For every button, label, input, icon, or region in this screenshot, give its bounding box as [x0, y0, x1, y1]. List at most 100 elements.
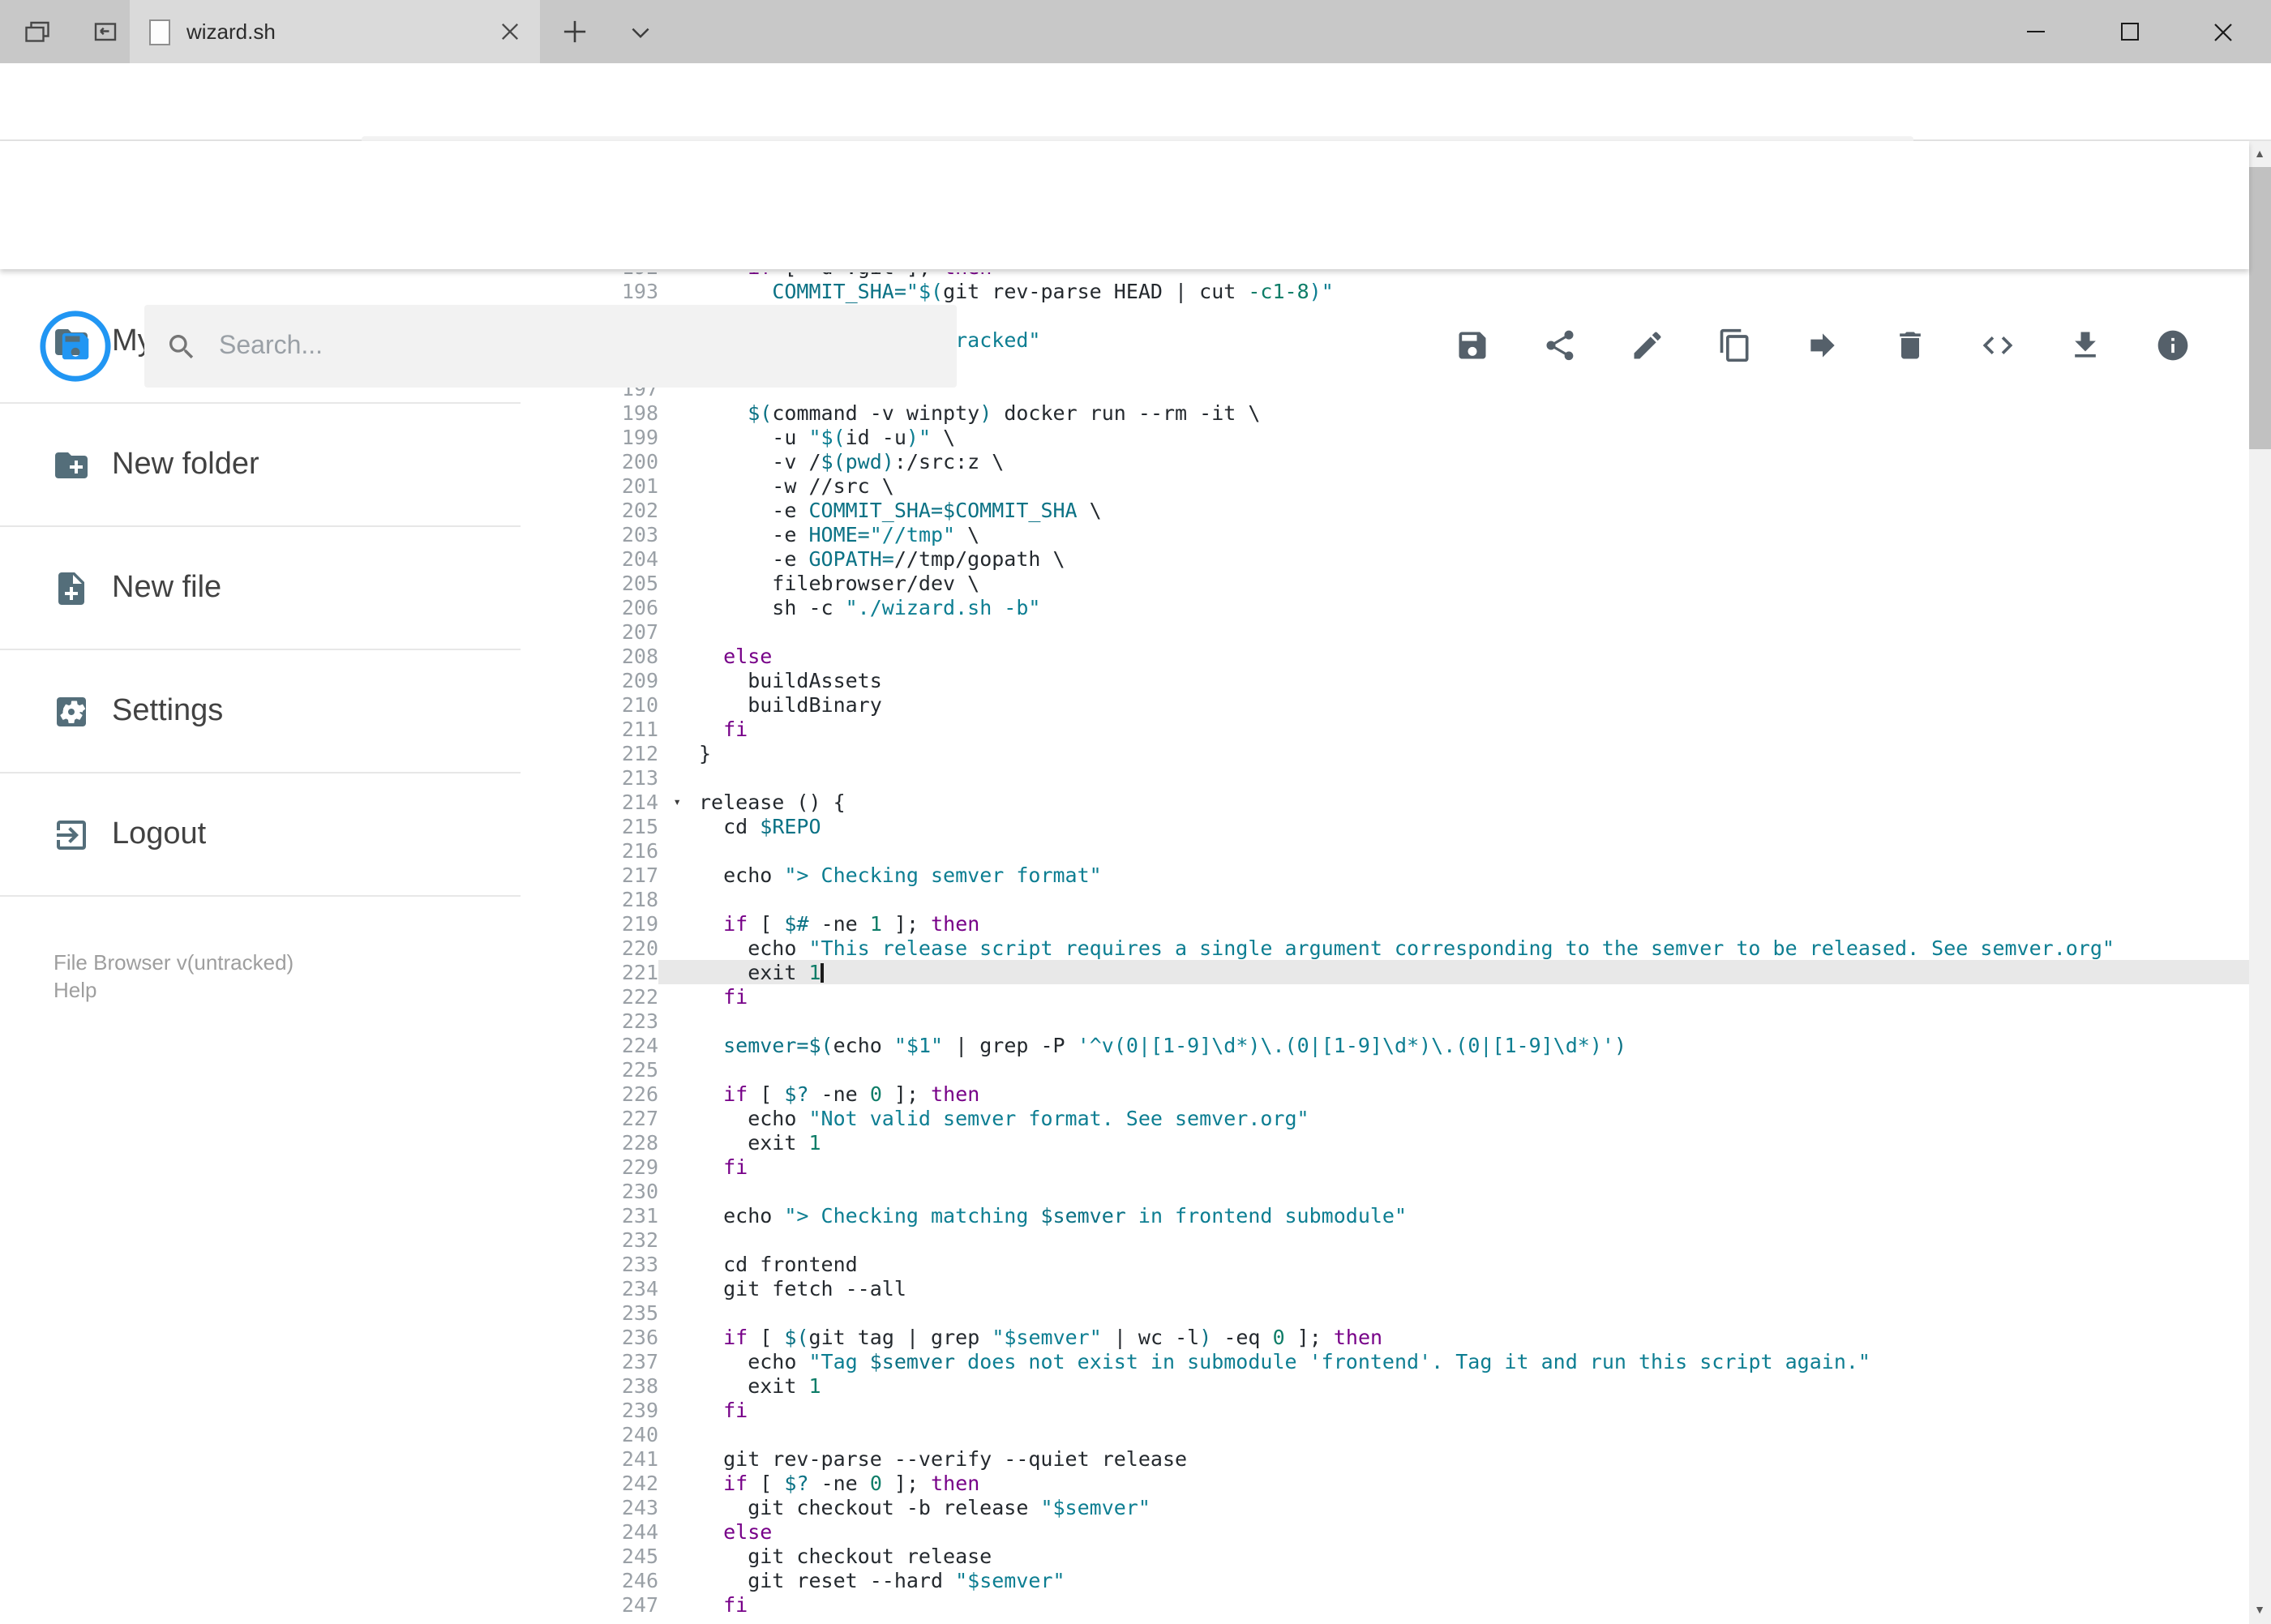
line-number: 246	[621, 1568, 658, 1592]
search-icon	[169, 334, 194, 358]
sidebar-item-logout[interactable]: Logout	[0, 773, 521, 897]
line-number: 207	[621, 619, 658, 644]
code-line-219: 219 if [ $# -ne 1 ]; then	[521, 911, 2248, 936]
code-line-218: 218	[521, 887, 2248, 911]
filebrowser-logo-icon	[40, 311, 111, 382]
code-line-232: 232	[521, 1228, 2248, 1252]
line-number: 221	[621, 960, 658, 984]
line-number: 201	[621, 473, 658, 498]
search-input[interactable]	[216, 330, 957, 362]
line-number: 225	[621, 1057, 658, 1082]
filebrowser-logo[interactable]	[37, 308, 114, 384]
line-number: 204	[621, 546, 658, 571]
info-icon	[2157, 330, 2188, 361]
code-line-203: 203 -e HOME="//tmp" \	[521, 522, 2248, 546]
code-line-241: 241 git rev-parse --verify --quiet relea…	[521, 1446, 2248, 1471]
browser-navbar: filebrowser.web/files/wizard.sh	[0, 63, 2271, 193]
code-button[interactable]	[1962, 310, 2033, 381]
line-number: 224	[621, 1033, 658, 1057]
header-toolbar	[1437, 310, 2209, 381]
code-line-215: 215 cd $REPO	[521, 814, 2248, 838]
code-line-227: 227 echo "Not valid semver format. See s…	[521, 1106, 2248, 1130]
sidebar-item-settings[interactable]: Settings	[0, 650, 521, 773]
code-line-202: 202 -e COMMIT_SHA=$COMMIT_SHA \	[521, 498, 2248, 522]
code-line-204: 204 -e GOPATH=//tmp/gopath \	[521, 546, 2248, 571]
tab-title: wizard.sh	[186, 19, 276, 44]
minimize-button[interactable]	[1998, 0, 2072, 63]
code-line-214: 214 ▾ release () {	[521, 790, 2248, 814]
tab-preview-button[interactable]	[6, 0, 68, 63]
scroll-down-arrow-icon[interactable]: ▼	[2248, 1600, 2271, 1622]
line-number: 220	[621, 936, 658, 960]
code-line-238: 238 exit 1	[521, 1373, 2248, 1398]
code-line-200: 200 -v /$(pwd):/src:z \	[521, 449, 2248, 473]
sidebar-footer: File Browser v(untracked) Help	[54, 949, 521, 1004]
line-number: 211	[621, 717, 658, 741]
code-line-210: 210 buildBinary	[521, 692, 2248, 717]
delete-icon	[1900, 332, 1921, 359]
line-number: 206	[621, 595, 658, 619]
page-icon	[149, 19, 170, 45]
code-line-201: 201 -w //src \	[521, 473, 2248, 498]
close-window-button[interactable]	[2186, 0, 2260, 63]
copy-icon	[1720, 328, 1749, 362]
scrollbar-thumb[interactable]	[2248, 167, 2271, 449]
browser-window: wizard.sh Search... My New folder New fi…	[0, 0, 2271, 1624]
code-line-246: 246 git reset --hard "$semver"	[521, 1568, 2248, 1592]
new-file-icon	[58, 572, 84, 604]
code-line-230: 230	[521, 1179, 2248, 1203]
sidebar-item-label: New file	[112, 570, 222, 604]
save-button[interactable]	[1437, 310, 1508, 381]
line-number: 233	[621, 1252, 658, 1276]
line-number: 239	[621, 1398, 658, 1422]
move-button[interactable]	[1787, 310, 1858, 381]
download-button[interactable]	[2050, 310, 2121, 381]
code-line-220: 220 echo "This release script requires a…	[521, 936, 2248, 960]
sidebar-item-new-folder[interactable]: New folder	[0, 404, 521, 527]
line-number: 200	[621, 449, 658, 473]
code-line-244: 244 else	[521, 1519, 2248, 1544]
fold-marker-icon[interactable]: ▾	[673, 791, 681, 812]
line-number: 229	[621, 1155, 658, 1179]
tab-close-icon[interactable]	[501, 23, 519, 41]
code-line-199: 199 -u "$(id -u)" \	[521, 425, 2248, 449]
app-version: File Browser v(untracked)	[54, 950, 294, 975]
code-line-208: 208 else	[521, 644, 2248, 668]
edit-button[interactable]	[1612, 310, 1683, 381]
browser-tab[interactable]: wizard.sh	[130, 0, 540, 63]
line-number: 203	[621, 522, 658, 546]
line-number: 241	[621, 1446, 658, 1471]
share-button[interactable]	[1524, 310, 1596, 381]
line-number: 212	[621, 741, 658, 765]
line-number: 216	[621, 838, 658, 863]
scrollbar[interactable]: ▲ ▼	[2248, 141, 2271, 1624]
code-line-209: 209 buildAssets	[521, 668, 2248, 692]
set-tabs-aside-button[interactable]	[75, 0, 136, 63]
scroll-up-arrow-icon[interactable]: ▲	[2248, 143, 2271, 165]
line-number: 198	[621, 401, 658, 425]
help-link[interactable]: Help	[54, 976, 521, 1004]
new-tab-button[interactable]	[543, 0, 605, 63]
code-line-240: 240	[521, 1422, 2248, 1446]
line-number: 232	[621, 1228, 658, 1252]
sidebar-item-label: Settings	[112, 693, 224, 727]
delete-button[interactable]	[1875, 310, 1946, 381]
tab-list-chevron-button[interactable]	[610, 0, 671, 63]
maximize-button[interactable]	[2092, 0, 2166, 63]
info-button[interactable]	[2137, 310, 2209, 381]
line-number: 218	[621, 887, 658, 911]
save-icon	[1459, 332, 1486, 359]
line-number: 235	[621, 1300, 658, 1325]
text-cursor	[821, 963, 824, 983]
code-line-229: 229 fi	[521, 1155, 2248, 1179]
settings-icon	[57, 696, 86, 726]
code-editor[interactable]: 192 if [ -d .git ]; then193 COMMIT_SHA="…	[521, 269, 2248, 1624]
search-box[interactable]	[144, 305, 957, 388]
line-number: 210	[621, 692, 658, 717]
line-number: 242	[621, 1471, 658, 1495]
sidebar-item-new-file[interactable]: New file	[0, 527, 521, 650]
code-line-221: 221 exit 1	[521, 960, 2248, 984]
line-number: 245	[621, 1544, 658, 1568]
code-line-216: 216	[521, 838, 2248, 863]
copy-button[interactable]	[1699, 310, 1771, 381]
